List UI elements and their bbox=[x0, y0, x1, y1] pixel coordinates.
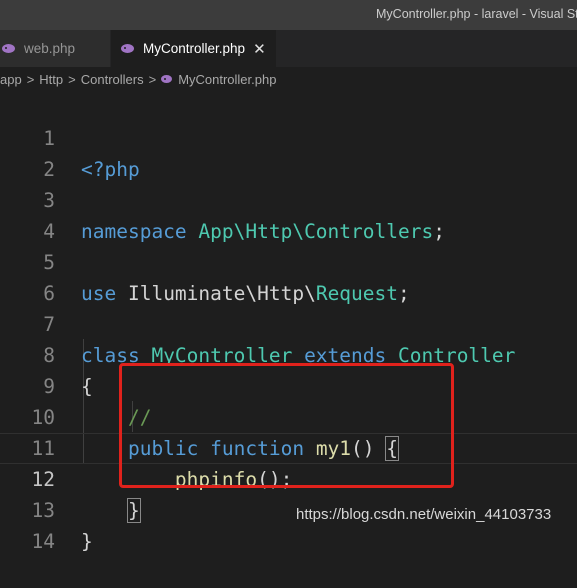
chevron-right-icon: > bbox=[68, 71, 76, 87]
php-file-icon bbox=[121, 44, 134, 53]
line-number: 14 bbox=[31, 530, 55, 553]
brace: } bbox=[81, 530, 93, 553]
window-title: MyController.php - laravel - Visual St bbox=[376, 7, 577, 21]
code-line[interactable]: 1 <?php bbox=[0, 92, 577, 181]
breadcrumb-app[interactable]: app bbox=[0, 72, 22, 87]
tab-web-php[interactable]: web.php bbox=[0, 30, 110, 67]
chevron-right-icon: > bbox=[148, 71, 157, 87]
breadcrumb-controllers[interactable]: Controllers bbox=[81, 72, 144, 87]
close-icon[interactable]: ✕ bbox=[253, 40, 266, 58]
code-line[interactable]: 2 bbox=[0, 123, 577, 181]
tab-label: MyController.php bbox=[143, 41, 246, 56]
tab-label: web.php bbox=[24, 41, 76, 56]
code-line[interactable]: 8 { bbox=[0, 309, 577, 398]
watermark: https://blog.csdn.net/weixin_44103733 bbox=[296, 506, 552, 523]
tab-bar: web.php MyController.php ✕ bbox=[0, 30, 577, 67]
tab-mycontroller-php[interactable]: MyController.php ✕ bbox=[111, 30, 276, 67]
chevron-right-icon: > bbox=[26, 71, 35, 87]
highlight-annotation-box bbox=[119, 363, 454, 488]
code-line[interactable]: 5 use Illuminate\Http\Request; bbox=[0, 216, 577, 305]
code-line[interactable]: 3 namespace App\Http\Controllers; bbox=[0, 154, 577, 243]
php-file-icon bbox=[2, 44, 15, 53]
code-line[interactable]: 7 class MyController extends Controller bbox=[0, 278, 577, 367]
breadcrumb-file[interactable]: MyController.php bbox=[178, 72, 276, 87]
code-line[interactable]: 4 bbox=[0, 185, 577, 243]
code-line[interactable]: 6 bbox=[0, 247, 577, 305]
title-bar: MyController.php - laravel - Visual St bbox=[0, 0, 577, 30]
php-file-icon bbox=[161, 75, 173, 83]
breadcrumb: app > Http > Controllers > MyController.… bbox=[0, 67, 577, 91]
breadcrumb-http[interactable]: Http bbox=[39, 72, 63, 87]
